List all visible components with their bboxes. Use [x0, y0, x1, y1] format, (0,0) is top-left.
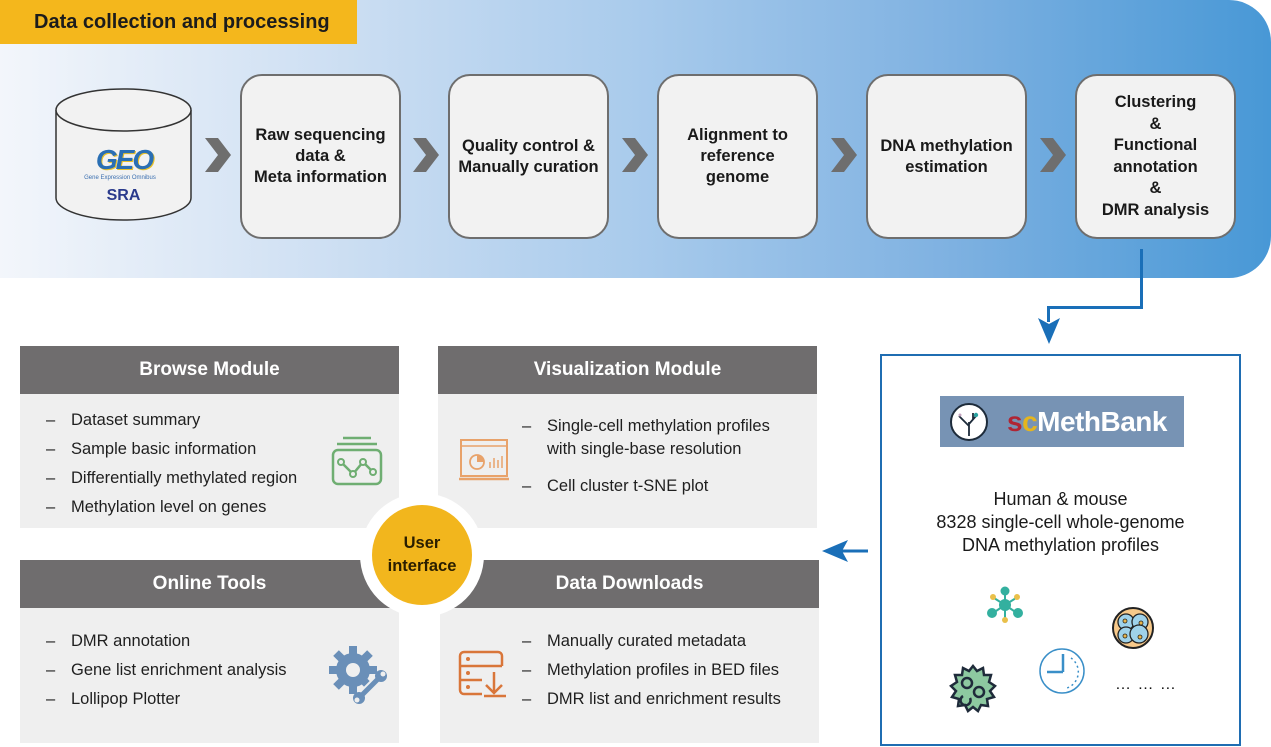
cell-cluster-icon [1112, 607, 1154, 649]
online-tools-list: DMR annotation Gene list enrichment anal… [42, 627, 287, 714]
database-panel: scMethBank Human & mouse 8328 single-cel… [880, 354, 1241, 746]
scmethbank-logo[interactable]: scMethBank [940, 396, 1184, 447]
connector-line [1140, 249, 1143, 308]
line-chart-panel-icon [331, 436, 383, 486]
browse-module-list: Dataset summary Sample basic information… [42, 406, 297, 522]
list-item[interactable]: Manually curated metadata [518, 627, 781, 656]
list-item[interactable]: Sample basic information [42, 435, 297, 464]
sra-label: SRA [106, 187, 141, 204]
chevron-right-icon [831, 138, 857, 172]
more-indicator: … … … [1115, 676, 1177, 693]
pipeline-step-quality-control: Quality control & Manually curation [448, 74, 609, 239]
pipeline-step-raw-data: Raw sequencing data & Meta information [240, 74, 401, 239]
list-item[interactable]: Lollipop Plotter [42, 685, 287, 714]
chevron-right-icon [622, 138, 648, 172]
molecule-network-icon [987, 586, 1023, 623]
list-item[interactable]: Methylation level on genes [42, 493, 297, 522]
connector-line [1047, 306, 1143, 309]
chevron-right-icon [205, 138, 231, 172]
online-tools-header[interactable]: Online Tools [20, 560, 399, 608]
browse-module-header[interactable]: Browse Module [20, 346, 399, 394]
user-interface-hub: User interface [372, 505, 472, 605]
scmethbank-logo-text: scMethBank [1007, 405, 1167, 437]
gear-wrench-icon [329, 646, 387, 704]
section-title: Data collection and processing [0, 0, 357, 44]
visualization-module-list: Single-cell methylation profiles with si… [518, 415, 770, 512]
list-item[interactable]: Dataset summary [42, 406, 297, 435]
arrow-left-icon [822, 540, 868, 562]
server-download-icon [458, 650, 506, 698]
tree-logo-icon [950, 402, 988, 441]
geo-logo: GEO Gene Expression Omnibus [84, 144, 156, 182]
arrow-down-icon [1038, 318, 1060, 344]
list-item[interactable]: Gene list enrichment analysis [42, 656, 287, 685]
virus-cell-icon [949, 664, 997, 713]
database-description: Human & mouse 8328 single-cell whole-gen… [936, 489, 1185, 555]
list-item[interactable]: DMR annotation [42, 627, 287, 656]
list-item[interactable]: Methylation profiles in BED files [518, 656, 781, 685]
data-downloads-list: Manually curated metadata Methylation pr… [518, 627, 781, 714]
data-downloads-header[interactable]: Data Downloads [440, 560, 819, 608]
visualization-module-header[interactable]: Visualization Module [438, 346, 817, 394]
list-item[interactable]: Single-cell methylation profiles with si… [518, 415, 770, 461]
list-item[interactable]: Differentially methylated region [42, 464, 297, 493]
list-item[interactable]: DMR list and enrichment results [518, 685, 781, 714]
chevron-right-icon [413, 138, 439, 172]
dashboard-chart-icon [459, 439, 509, 481]
list-item[interactable]: Cell cluster t-SNE plot [518, 475, 770, 498]
chevron-right-icon [1040, 138, 1066, 172]
clock-icon [1039, 648, 1085, 694]
pipeline-step-methylation-estimation: DNA methylation estimation [866, 74, 1027, 239]
database-source: GEO Gene Expression Omnibus SRA [54, 88, 193, 223]
pipeline-step-clustering: Clustering & Functional annotation & DMR… [1075, 74, 1236, 239]
pipeline-step-alignment: Alignment to reference genome [657, 74, 818, 239]
